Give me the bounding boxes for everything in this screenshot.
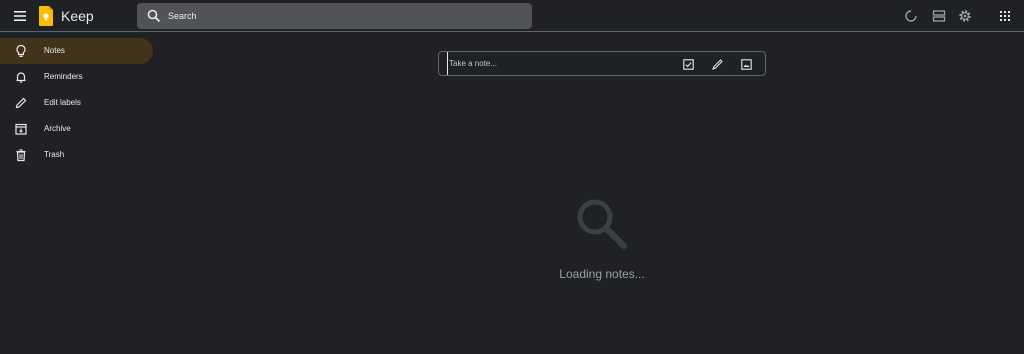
pencil-icon [15, 97, 27, 109]
sidebar-item-edit-labels[interactable]: Edit labels [0, 90, 153, 116]
sidebar-item-notes[interactable]: Notes [0, 38, 153, 64]
sidebar-item-label: Reminders [44, 72, 83, 81]
sidebar-item-archive[interactable]: Archive [0, 116, 153, 142]
settings-button[interactable] [957, 8, 973, 24]
sidebar-item-trash[interactable]: Trash [0, 142, 153, 168]
magnifier-icon [577, 199, 627, 249]
search-bar[interactable] [137, 3, 532, 29]
bell-icon [16, 72, 26, 83]
search-icon[interactable] [147, 9, 161, 23]
top-bar: Keep [0, 0, 1024, 32]
settings-icon [959, 10, 971, 22]
sidebar-item-label: Notes [44, 46, 65, 55]
app-title[interactable]: Keep [61, 8, 94, 24]
loading-status-text: Loading notes... [559, 267, 645, 281]
google-apps-button[interactable] [997, 8, 1013, 24]
sidebar-item-reminders[interactable]: Reminders [0, 64, 153, 90]
take-note-input[interactable] [447, 52, 669, 75]
new-list-button[interactable] [681, 57, 695, 71]
image-icon [740, 58, 752, 70]
refresh-button[interactable] [903, 8, 919, 24]
trash-icon [16, 149, 26, 162]
search-input[interactable] [168, 3, 518, 29]
apps-grid-icon [1000, 11, 1010, 21]
main-menu-button[interactable] [10, 6, 30, 26]
new-drawing-button[interactable] [710, 57, 724, 71]
list-view-button[interactable] [931, 8, 947, 24]
list-view-icon [932, 10, 946, 22]
keep-logo-icon[interactable] [38, 5, 54, 27]
new-image-note-button[interactable] [739, 57, 753, 71]
lightbulb-icon [16, 44, 26, 57]
sidebar: Notes Reminders Edit labels Archive Tras… [0, 38, 160, 168]
take-note-bar[interactable] [438, 51, 766, 76]
sidebar-item-label: Archive [44, 124, 71, 133]
sidebar-item-label: Trash [44, 150, 65, 159]
refresh-icon [905, 10, 917, 22]
sidebar-item-label: Edit labels [44, 98, 81, 107]
checkbox-icon [682, 58, 694, 70]
brush-icon [711, 58, 723, 70]
archive-icon [15, 123, 27, 135]
hamburger-menu-icon [14, 11, 26, 21]
